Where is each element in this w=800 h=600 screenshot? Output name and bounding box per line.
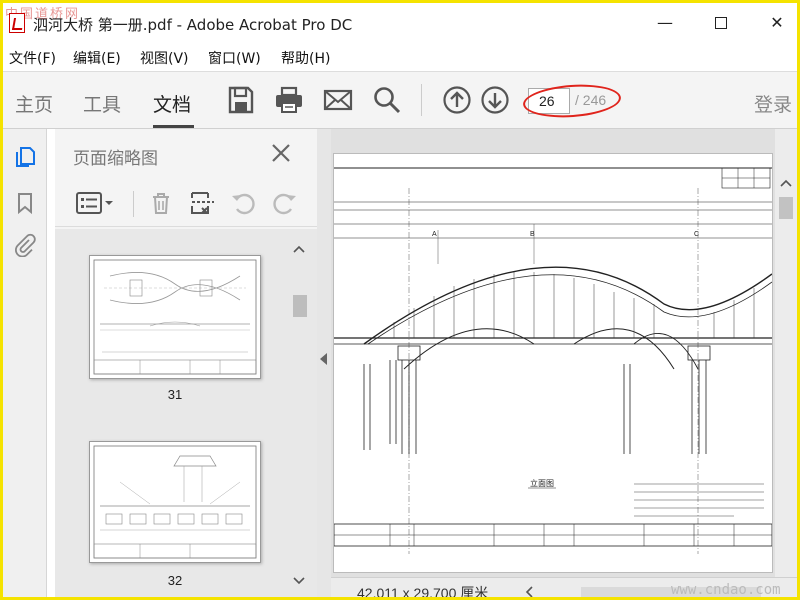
page-size-label: 42.011 x 29.700 厘米 — [357, 585, 489, 600]
axis-label-b: B — [530, 231, 535, 238]
close-window-button[interactable]: ✕ — [765, 11, 789, 35]
pdf-page: A B C 立面图 — [333, 153, 773, 573]
site-watermark: www.cndao.com — [671, 582, 781, 598]
bookmark-icon[interactable] — [13, 191, 37, 215]
delete-icon[interactable] — [147, 189, 175, 217]
scroll-up-icon[interactable] — [293, 245, 305, 253]
save-icon[interactable] — [225, 84, 257, 116]
maximize-button[interactable] — [709, 11, 733, 35]
toolbar-separator — [421, 84, 422, 116]
window-title: 泗河大桥 第一册.pdf - Adobe Acrobat Pro DC — [33, 16, 353, 34]
thumbnail-label-31: 31 — [167, 387, 183, 402]
axis-label-c: C — [694, 231, 699, 238]
login-button[interactable]: 登录 — [754, 90, 792, 117]
scroll-down-icon[interactable] — [293, 577, 305, 585]
scroll-up-icon[interactable] — [780, 179, 792, 187]
undo-icon[interactable] — [229, 189, 257, 217]
document-view: A B C 立面图 42.011 x 29.700 厘米 www.cndao.c… — [331, 129, 797, 600]
page-up-icon[interactable] — [441, 84, 473, 116]
panel-splitter[interactable] — [317, 129, 331, 597]
scroll-thumb[interactable] — [293, 295, 307, 317]
maximize-icon — [715, 17, 727, 29]
options-icon[interactable] — [75, 189, 115, 217]
thumbnail-list: 31 32 — [55, 229, 317, 597]
extract-icon[interactable] — [189, 189, 217, 217]
menu-view[interactable]: 视图(V) — [140, 48, 189, 68]
tab-document[interactable]: 文档 — [153, 90, 191, 117]
thumbnail-label-32: 32 — [167, 573, 183, 588]
tools-separator — [133, 191, 134, 217]
scroll-thumb[interactable] — [779, 197, 793, 219]
attachment-icon[interactable] — [13, 233, 37, 257]
navigation-rail — [3, 129, 47, 597]
tab-tools[interactable]: 工具 — [83, 90, 121, 117]
bridge-elevation-drawing: A B C 立面图 — [333, 167, 773, 554]
search-icon[interactable] — [371, 84, 403, 116]
scroll-left-icon[interactable] — [525, 586, 533, 598]
minimize-button[interactable]: — — [653, 11, 677, 35]
collapse-panel-icon[interactable] — [320, 353, 327, 365]
acrobat-icon — [9, 13, 25, 33]
tab-home[interactable]: 主页 — [15, 90, 53, 117]
redo-icon[interactable] — [271, 189, 299, 217]
title-bar: 中国道桥网 泗河大桥 第一册.pdf - Adobe Acrobat Pro D… — [3, 3, 797, 45]
thumbnail-drawing — [93, 259, 257, 375]
pages-icon[interactable] — [13, 145, 37, 169]
app-window: 中国道桥网 泗河大桥 第一册.pdf - Adobe Acrobat Pro D… — [0, 0, 800, 600]
document-scrollbar[interactable] — [775, 129, 797, 579]
menu-window[interactable]: 窗口(W) — [208, 48, 261, 68]
active-tab-indicator — [153, 125, 194, 128]
drawing-section-label: 立面图 — [530, 478, 554, 488]
main-toolbar: 主页 工具 文档 26 / 246 登录 — [3, 71, 797, 129]
thumbnail-page-31[interactable] — [89, 255, 261, 379]
page-thumbnails-panel: 页面缩略图 31 32 — [55, 129, 317, 597]
mail-icon[interactable] — [322, 84, 354, 116]
menu-help[interactable]: 帮助(H) — [281, 48, 330, 68]
thumbnail-drawing — [93, 445, 257, 559]
menu-file[interactable]: 文件(F) — [9, 48, 56, 68]
axis-label-a: A — [432, 231, 437, 238]
menu-bar: 文件(F) 编辑(E) 视图(V) 窗口(W) 帮助(H) — [3, 45, 797, 69]
thumbnail-scrollbar[interactable] — [289, 229, 309, 597]
thumbnail-toolbar — [55, 181, 317, 227]
thumbnail-page-32[interactable] — [89, 441, 261, 563]
print-icon[interactable] — [273, 84, 305, 116]
menu-edit[interactable]: 编辑(E) — [73, 48, 121, 68]
panel-title: 页面缩略图 — [73, 149, 158, 169]
close-icon[interactable] — [269, 141, 293, 165]
page-down-icon[interactable] — [479, 84, 511, 116]
status-bar: 42.011 x 29.700 厘米 www.cndao.com — [331, 577, 797, 600]
